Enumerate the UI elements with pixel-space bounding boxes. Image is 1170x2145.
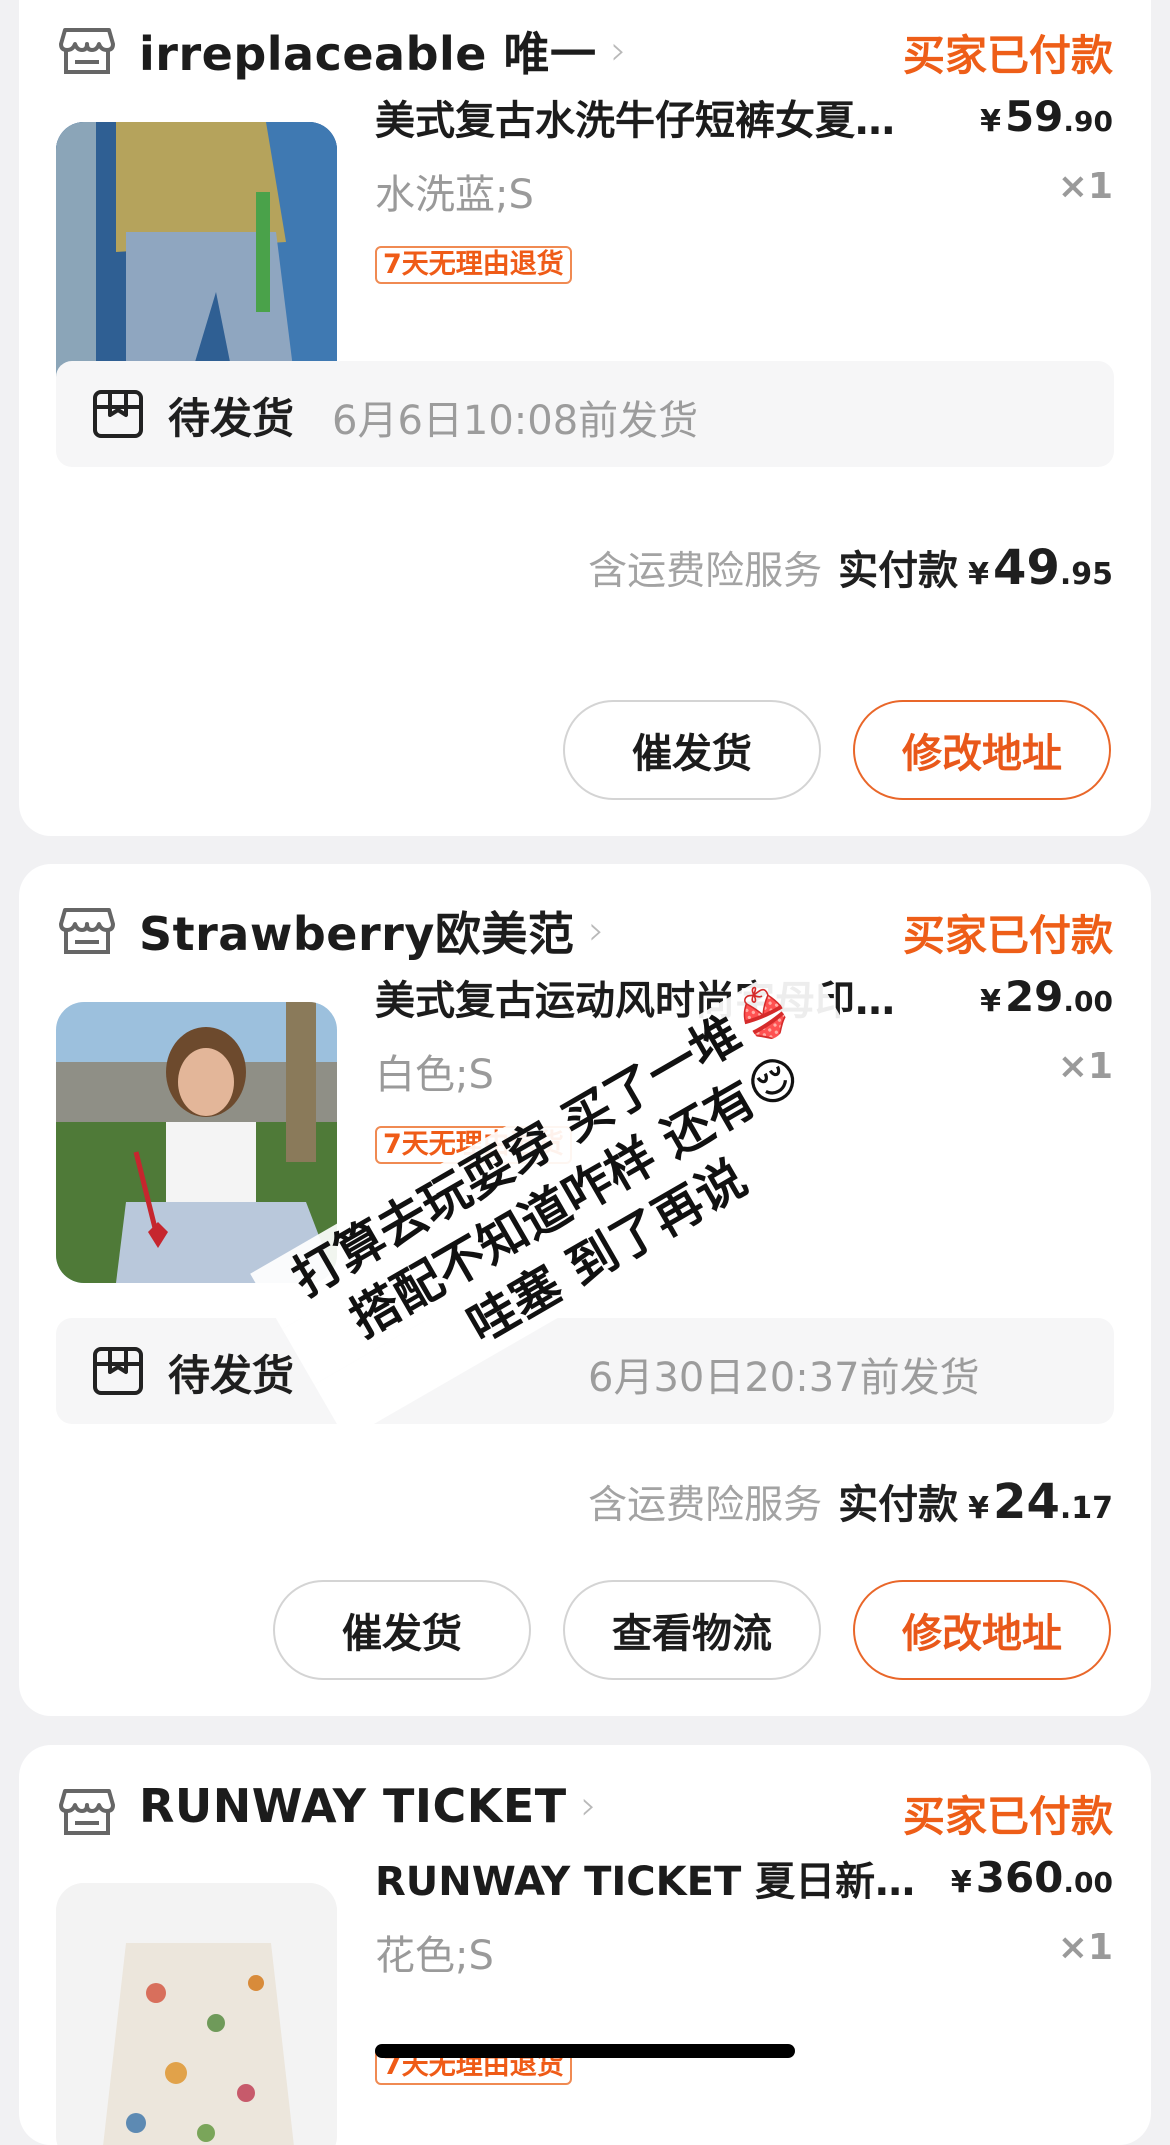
product-quantity: ×1 <box>1057 1046 1113 1087</box>
store-icon <box>59 28 115 74</box>
return-policy-badge: 7天无理由退货 <box>375 246 572 284</box>
order-card[interactable]: RUNWAY TICKET › 买家已付款 RUNWAY TICKET 夏日新…… <box>19 1745 1151 2145</box>
store-icon <box>59 908 115 954</box>
paid-amount-int: 49 <box>993 540 1060 596</box>
paid-currency: ¥ <box>968 1491 990 1526</box>
product-price: ¥29.00 <box>980 972 1113 1021</box>
paid-label: 实付款 <box>838 548 959 594</box>
product-price: ¥59.90 <box>980 92 1113 141</box>
store-header-link[interactable]: RUNWAY TICKET › <box>139 1779 597 1833</box>
package-icon <box>93 1347 143 1395</box>
paid-amount-int: 24 <box>993 1474 1060 1530</box>
paid-currency: ¥ <box>968 557 990 592</box>
product-photo <box>56 1002 337 1283</box>
urge-shipment-button[interactable]: 催发货 <box>273 1580 531 1680</box>
store-header-link[interactable]: irreplaceable 唯一 › <box>139 18 627 84</box>
product-title[interactable]: RUNWAY TICKET 夏日新… <box>375 1849 945 1907</box>
chevron-right-icon: › <box>580 1783 597 1829</box>
insurance-label: 含运费险服务 <box>588 549 823 594</box>
paid-label: 实付款 <box>838 1482 959 1528</box>
shipping-status-label: 待发货 <box>168 394 295 443</box>
product-title[interactable]: 美式复古水洗牛仔短裤女夏… <box>375 88 965 146</box>
store-name: RUNWAY TICKET <box>139 1779 567 1833</box>
order-status: 买家已付款 <box>902 1792 1113 1841</box>
product-photo <box>56 1883 337 2145</box>
payment-summary: 含运费险服务 实付款 ¥24.17 <box>588 1472 1113 1530</box>
paid-amount-dec: .95 <box>1059 557 1113 592</box>
product-thumbnail[interactable] <box>56 1883 337 2145</box>
store-name: irreplaceable 唯一 <box>139 27 597 81</box>
product-variant: 水洗蓝;S <box>375 172 534 218</box>
product-quantity: ×1 <box>1057 1927 1113 1968</box>
store-name: Strawberry欧美范 <box>139 907 575 961</box>
insurance-label: 含运费险服务 <box>588 1483 823 1528</box>
chevron-right-icon: › <box>610 28 627 74</box>
modify-address-button[interactable]: 修改地址 <box>853 1580 1111 1680</box>
product-variant: 白色;S <box>375 1052 494 1098</box>
product-title[interactable]: 美式复古运动风时尚字母印… <box>375 968 965 1026</box>
shipping-deadline: 6月30日20:37前发货 <box>588 1355 980 1401</box>
product-thumbnail[interactable] <box>56 1002 337 1283</box>
product-variant: 花色;S <box>375 1933 494 1979</box>
order-status: 买家已付款 <box>902 31 1113 80</box>
payment-summary: 含运费险服务 实付款 ¥49.95 <box>588 538 1113 596</box>
store-header-link[interactable]: Strawberry欧美范 › <box>139 898 604 964</box>
modify-address-button[interactable]: 修改地址 <box>853 700 1111 800</box>
home-indicator[interactable] <box>375 2044 795 2058</box>
order-card[interactable]: irreplaceable 唯一 › 买家已付款 美式复古水洗牛仔短裤女夏… ¥… <box>19 0 1151 836</box>
urge-shipment-button[interactable]: 催发货 <box>563 700 821 800</box>
package-icon <box>93 390 143 438</box>
shipping-deadline: 6月6日10:08前发货 <box>332 398 699 444</box>
store-icon <box>59 1789 115 1835</box>
view-logistics-button[interactable]: 查看物流 <box>563 1580 821 1680</box>
order-status: 买家已付款 <box>902 911 1113 960</box>
chevron-right-icon: › <box>588 908 605 954</box>
product-price: ¥360.00 <box>950 1853 1113 1902</box>
product-quantity: ×1 <box>1057 166 1113 207</box>
shipping-status-bar[interactable]: 待发货 6月6日10:08前发货 <box>56 361 1114 467</box>
paid-amount-dec: .17 <box>1059 1491 1113 1526</box>
shipping-status-label: 待发货 <box>168 1351 295 1400</box>
